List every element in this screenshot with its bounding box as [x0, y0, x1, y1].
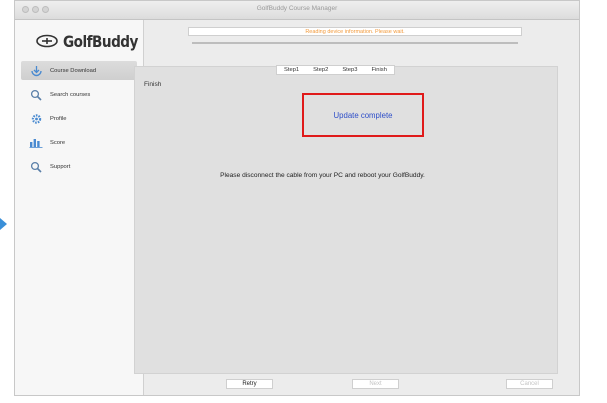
step-indicator: Step1 Step2 Step3 Finish — [276, 65, 395, 75]
status-highlight-box: Update complete — [302, 93, 424, 137]
step-1: Step1 — [284, 67, 300, 73]
sidebar-nav: Course Download Search courses Profile S… — [21, 61, 137, 181]
step-finish: Finish — [371, 67, 387, 73]
sidebar-item-course-download[interactable]: Course Download — [21, 61, 137, 80]
status-text: Update complete — [333, 110, 393, 120]
search-icon — [29, 89, 43, 101]
background-edge — [0, 0, 12, 403]
sidebar-item-label: Profile — [50, 115, 67, 122]
retry-button[interactable]: Retry — [226, 379, 273, 389]
instruction-message-row: Please disconnect the cable from your PC… — [0, 172, 607, 179]
bar-chart-icon — [29, 137, 43, 149]
cancel-button[interactable]: Cancel — [506, 379, 553, 389]
logo-text: GolfBuddy — [63, 31, 138, 51]
sidebar-item-label: Score — [50, 139, 66, 146]
progress-status: Reading device information. Please wait. — [188, 27, 522, 36]
sidebar-item-label: Support — [50, 163, 71, 170]
step-2: Step2 — [313, 67, 329, 73]
progress-bar — [192, 42, 518, 44]
instruction-message: Please disconnect the cable from your PC… — [220, 172, 425, 179]
section-label: Finish — [144, 81, 162, 88]
sidebar-item-label: Course Download — [50, 67, 97, 74]
next-button[interactable]: Next — [352, 379, 399, 389]
download-icon — [29, 65, 43, 77]
sidebar-item-profile[interactable]: Profile — [21, 109, 137, 128]
arrow-pointer-icon — [0, 218, 7, 230]
window-title: GolfBuddy Course Manager — [256, 5, 338, 12]
title-bar: GolfBuddy Course Manager — [15, 1, 579, 20]
sidebar-item-score[interactable]: Score — [21, 133, 137, 152]
gear-icon — [29, 113, 43, 125]
logo: GolfBuddy — [35, 30, 151, 52]
golfbuddy-logo-icon — [36, 34, 58, 48]
step-3: Step3 — [342, 67, 358, 73]
search-icon — [29, 161, 43, 173]
sidebar: GolfBuddy Course Download Search courses… — [15, 20, 144, 395]
sidebar-item-search-courses[interactable]: Search courses — [21, 85, 137, 104]
sidebar-item-label: Search courses — [50, 91, 91, 98]
